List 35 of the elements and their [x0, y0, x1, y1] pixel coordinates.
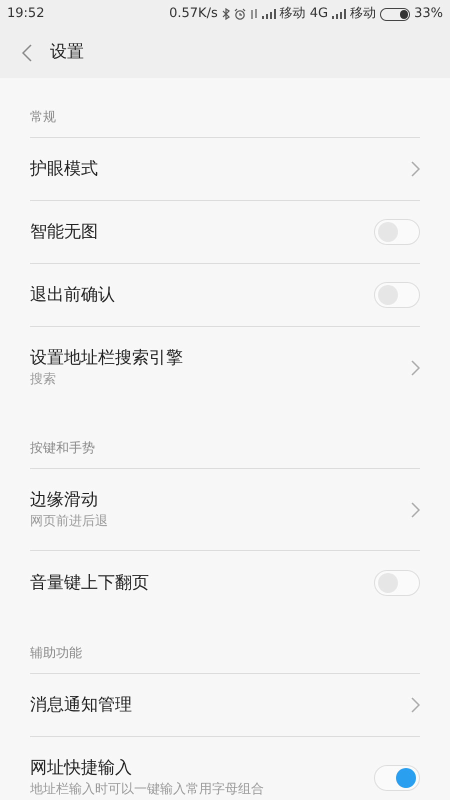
setting-label[interactable]: 音量键上下翻页 — [30, 570, 149, 594]
carrier-name: 移动 — [280, 5, 306, 24]
chevron-right-icon[interactable] — [411, 360, 420, 376]
signal-icon — [262, 9, 276, 19]
setting-label[interactable]: 消息通知管理 — [30, 693, 132, 717]
section-header: 按键和手势 — [30, 440, 95, 458]
section-header: 常规 — [30, 108, 56, 126]
setting-label[interactable]: 设置地址栏搜索引擎 — [30, 346, 183, 370]
back-icon[interactable] — [22, 44, 32, 62]
setting-label[interactable]: 退出前确认 — [30, 283, 115, 307]
section-header: 辅助功能 — [30, 644, 82, 662]
battery-percent: 33% — [414, 5, 443, 24]
toggle-switch[interactable] — [374, 219, 420, 245]
bluetooth-icon — [222, 8, 230, 20]
setting-description: 地址栏输入时可以一键输入常用字母组合 — [30, 781, 264, 799]
setting-label[interactable]: 智能无图 — [30, 220, 98, 244]
signal-icon — [332, 9, 346, 19]
chevron-right-icon[interactable] — [411, 697, 420, 713]
carrier-name: 移动 — [350, 5, 376, 24]
toggle-switch[interactable] — [374, 282, 420, 308]
chevron-right-icon[interactable] — [411, 502, 420, 518]
setting-label[interactable]: 网址快捷输入 — [30, 756, 264, 780]
status-time: 19:52 — [7, 5, 44, 24]
setting-description: 搜索 — [30, 371, 57, 389]
toggle-switch[interactable] — [374, 765, 420, 791]
toggle-switch[interactable] — [374, 570, 420, 596]
alarm-icon — [234, 8, 246, 20]
page-title: 设置 — [50, 41, 84, 64]
network-type: 4G — [310, 5, 328, 24]
battery-icon — [380, 8, 410, 20]
setting-label[interactable]: 护眼模式 — [30, 157, 98, 181]
setting-description: 网页前进后退 — [30, 512, 108, 530]
network-speed: 0.57K/s — [169, 5, 218, 24]
chevron-right-icon[interactable] — [411, 161, 420, 177]
setting-label[interactable]: 边缘滑动 — [30, 488, 108, 512]
